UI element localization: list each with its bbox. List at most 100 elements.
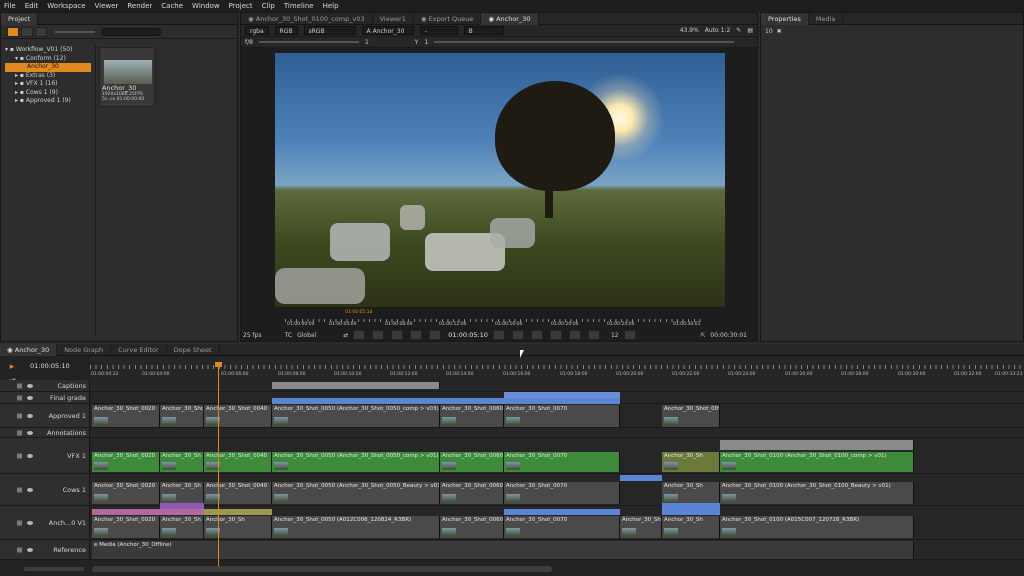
timeline-clip[interactable]: Anchor_30_Shot_0020 — [92, 482, 160, 504]
menu-window[interactable]: Window — [192, 2, 220, 10]
zoom-level[interactable]: 43.9% — [680, 27, 699, 34]
lock-icon[interactable] — [17, 487, 22, 492]
tree-item[interactable]: ▸ ▪ VFX 1 (16) — [5, 80, 91, 89]
gamma-value[interactable]: 1 — [424, 39, 428, 46]
timeline-clip[interactable]: Anchor_30_Shot_0020 — [92, 452, 160, 472]
track-captions[interactable]: Captions — [0, 380, 1024, 392]
export-icon[interactable]: ⇱ — [700, 332, 705, 339]
input-b-select[interactable]: B — [463, 26, 504, 35]
list-view-icon[interactable] — [21, 26, 33, 37]
lock-icon[interactable] — [17, 547, 22, 552]
select-tool-icon[interactable]: ▸ — [6, 362, 18, 372]
step-forward-icon[interactable] — [492, 330, 505, 340]
tab-viewer1[interactable]: Viewer1 — [373, 12, 414, 25]
menu-project[interactable]: Project — [229, 2, 253, 10]
playhead-handle[interactable] — [215, 362, 222, 367]
grid-view-icon[interactable] — [7, 26, 19, 37]
track-header[interactable]: Reference — [0, 540, 90, 559]
timeline-clip[interactable]: Anchor_30_Sh — [160, 452, 204, 472]
colorspace-select[interactable]: RGB — [274, 26, 298, 35]
properties-count[interactable]: 10 — [765, 28, 773, 35]
detail-view-icon[interactable] — [35, 26, 47, 37]
timeline-clip[interactable]: Anchor_30_Shot_0060 — [440, 482, 504, 504]
timeline-clip[interactable]: Anchor_30_Shot_0040 — [204, 452, 272, 472]
viewer-scrubbar[interactable]: 01:00:05:10 01:00:00:00 01:00:04:00 01:0… — [275, 310, 725, 327]
timeline-clip[interactable]: Anchor_30_Shot_0020 — [92, 516, 160, 538]
fps-select[interactable]: 25 fps — [243, 332, 262, 339]
cows-bar[interactable] — [620, 475, 662, 481]
track-final-grade[interactable]: Final grade — [0, 392, 1024, 404]
tab-anchor[interactable]: ◉ Anchor_30 — [481, 12, 539, 25]
out-point-icon[interactable] — [587, 330, 600, 340]
timeline-clip[interactable]: Anchor_30_Sh — [662, 452, 720, 472]
reference-clip[interactable]: e Media (Anchor_30_Offline) — [92, 541, 914, 559]
menu-cache[interactable]: Cache — [161, 2, 183, 10]
tab-comp[interactable]: ◉ Anchor_30_Shot_0100_comp_v03 — [241, 12, 373, 25]
tab-export-queue[interactable]: ◉ Export Queue — [414, 12, 482, 25]
effect-bar[interactable] — [160, 509, 204, 515]
timeline-clip[interactable]: Anchor_30_Shot_0070 — [504, 452, 620, 472]
timeline-clip[interactable]: Anchor_30_Shot_0090 — [662, 405, 720, 427]
tree-item[interactable]: ▸ ▪ Approved 1 (9) — [5, 97, 91, 106]
timeline-clip[interactable]: Anchor_30_Shot_0050 (Anchor_30_Shot_0050… — [272, 482, 440, 504]
timeline-clip[interactable]: Anchor_30_Sh — [160, 516, 204, 538]
next-key-icon[interactable] — [549, 330, 562, 340]
step-count[interactable]: 12 — [611, 332, 619, 339]
eye-icon[interactable] — [27, 547, 33, 552]
menu-render[interactable]: Render — [127, 2, 152, 10]
effect-bar[interactable] — [92, 509, 160, 515]
timeline-current-tc[interactable]: 01:00:05:10 — [30, 362, 70, 370]
tab-media[interactable]: Media — [809, 12, 844, 25]
loop-icon[interactable]: ⇄ — [343, 332, 348, 339]
timeline-scrollbar[interactable] — [92, 566, 552, 572]
timeline-clip[interactable]: Anchor_30_Shot_0040 — [204, 405, 272, 427]
eye-icon[interactable] — [27, 487, 33, 492]
timeline-clip[interactable]: Anchor_30_Shot_0070 — [504, 405, 620, 427]
timeline-clip[interactable]: Anchor_30_Sh — [662, 516, 720, 538]
track-header[interactable]: Final grade — [0, 392, 90, 403]
pencil-icon[interactable]: ✎ — [736, 27, 741, 34]
eye-icon[interactable] — [27, 413, 33, 418]
timeline-clip[interactable]: Anchor_30_Shot_0050 (Anchor_30_Shot_0050… — [272, 405, 440, 427]
tab-properties[interactable]: Properties — [761, 12, 809, 25]
channels-select[interactable]: rgba — [245, 26, 269, 35]
timeline-clip[interactable]: Anchor_30_Shot_0050 (Anchor_30_Shot_0050… — [272, 452, 440, 472]
scope-select[interactable]: Global — [297, 332, 316, 339]
thumbnail-size-slider[interactable] — [55, 30, 95, 33]
step-back-icon[interactable] — [429, 330, 442, 340]
effect-bar[interactable] — [204, 509, 272, 515]
track-reference[interactable]: Reference e Media (Anchor_30_Offline) — [0, 540, 1024, 560]
menu-workspace[interactable]: Workspace — [47, 2, 85, 10]
tree-item[interactable]: ▾ ▪ Conform (12) — [5, 55, 91, 64]
in-point-icon[interactable] — [353, 330, 366, 340]
proxy-select[interactable]: Auto 1:2 — [705, 27, 731, 34]
timeline-playhead[interactable] — [218, 364, 219, 568]
timeline-clip[interactable]: Anchor_30_Shot_0100 (Anchor_30_Shot_0100… — [720, 482, 914, 504]
tree-item-selected[interactable]: Anchor_30 — [5, 63, 91, 72]
timeline-zoom-slider[interactable] — [24, 567, 84, 571]
gamma-slider[interactable] — [434, 41, 735, 43]
project-search-input[interactable] — [101, 27, 161, 36]
prev-key-icon[interactable] — [391, 330, 404, 340]
display-select[interactable]: sRGB — [303, 26, 356, 35]
tab-node-graph[interactable]: Node Graph — [57, 343, 112, 356]
gain-slider[interactable] — [258, 41, 359, 43]
clip-thumbnail-card[interactable]: Anchor_30 1920x1080 25FPS 5s..co 01:00:0… — [99, 47, 155, 107]
tab-project[interactable]: Project — [1, 12, 39, 25]
play-icon[interactable] — [511, 330, 524, 340]
track-v1[interactable]: Anch...0 V1 Anchor_30_Shot_0020 Anchor_3… — [0, 503, 1024, 540]
tree-item[interactable]: ▸ ▪ Extras (3) — [5, 72, 91, 81]
lock-icon[interactable] — [17, 395, 22, 400]
menu-viewer[interactable]: Viewer — [95, 2, 119, 10]
effect-bar[interactable] — [662, 509, 720, 515]
caption-clip[interactable] — [272, 382, 440, 389]
timeline-clip[interactable]: Anchor_30_Sh — [662, 482, 720, 504]
track-approved[interactable]: Approved 1 Anchor_30_Shot_0020 Anchor_30… — [0, 404, 1024, 428]
track-header[interactable]: VFX 1 — [0, 438, 90, 473]
effect-bar[interactable] — [504, 509, 620, 515]
go-start-icon[interactable] — [372, 330, 385, 340]
timeline-clip[interactable]: Anchor_30_Shot_0020 — [92, 405, 160, 427]
menu-timeline[interactable]: Timeline — [284, 2, 314, 10]
lock-icon[interactable] — [17, 413, 22, 418]
lock-icon[interactable] — [17, 383, 22, 388]
